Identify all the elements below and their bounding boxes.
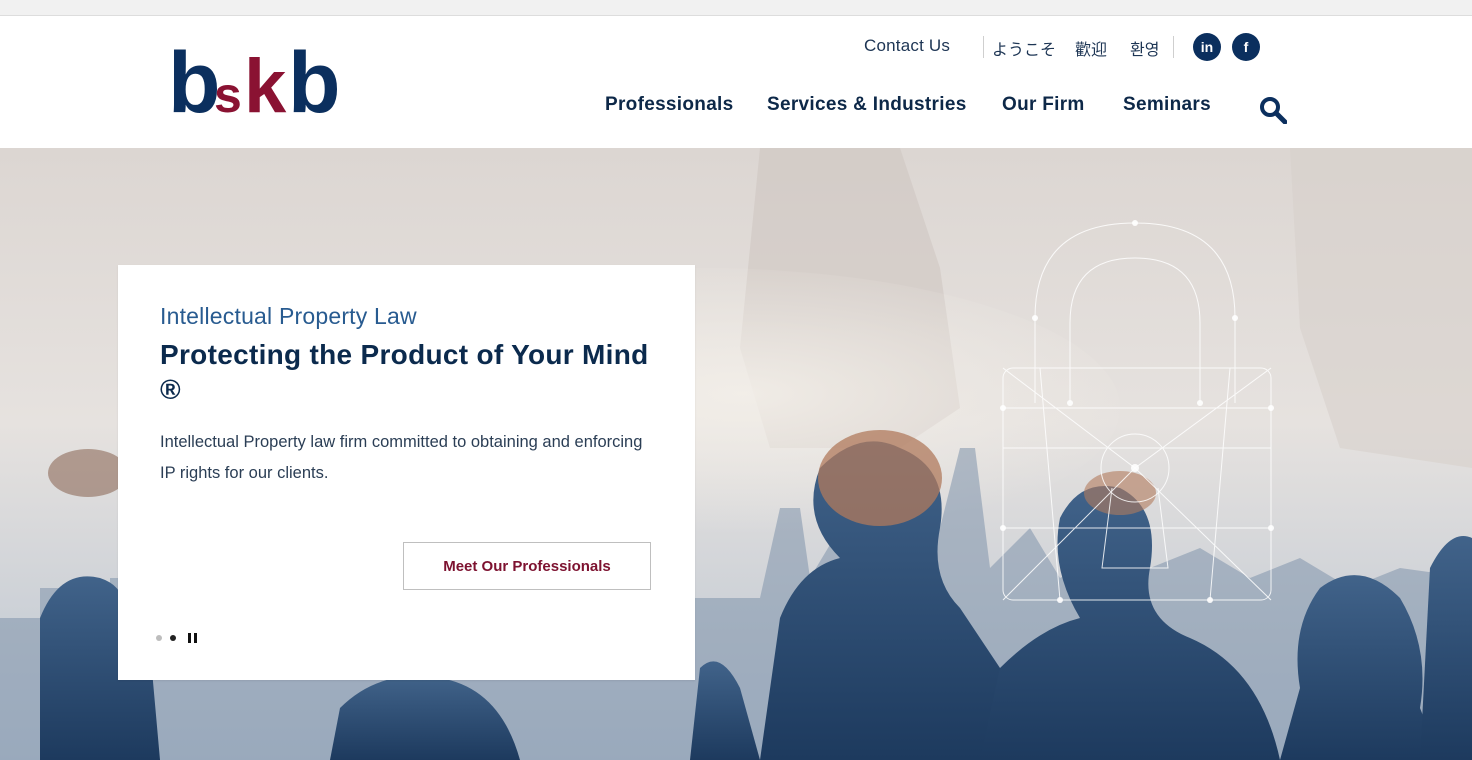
- nav-seminars[interactable]: Seminars: [1123, 94, 1211, 116]
- hero-description: Intellectual Property law firm committed…: [160, 433, 643, 482]
- bskb-logo[interactable]: b s k b: [168, 42, 350, 122]
- hero-card: Intellectual Property Law Protecting the…: [118, 265, 695, 680]
- browser-top-strip: [0, 0, 1472, 16]
- pause-icon[interactable]: [188, 633, 197, 643]
- search-icon[interactable]: [1259, 96, 1287, 124]
- facebook-icon[interactable]: f: [1232, 33, 1260, 61]
- language-japanese[interactable]: ようこそ: [992, 36, 1056, 60]
- svg-text:b: b: [168, 42, 217, 122]
- svg-text:k: k: [244, 44, 287, 122]
- nav-our-firm[interactable]: Our Firm: [1002, 94, 1085, 116]
- site-header: b s k b Contact Us ようこそ 歡迎 환영 in f Profe…: [0, 16, 1472, 148]
- hero-banner: Intellectual Property Law Protecting the…: [0, 148, 1472, 760]
- hero-headline: Protecting the Product of Your Mind ®: [160, 339, 649, 405]
- linkedin-icon[interactable]: in: [1193, 33, 1221, 61]
- utility-divider: [1173, 36, 1174, 58]
- contact-us-link[interactable]: Contact Us: [864, 36, 950, 56]
- language-korean[interactable]: 환영: [1130, 36, 1159, 60]
- slide-dot-2[interactable]: [170, 635, 176, 641]
- utility-divider: [983, 36, 984, 58]
- linkedin-label: in: [1200, 39, 1214, 55]
- hero-eyebrow: Intellectual Property Law: [160, 303, 417, 329]
- svg-text:b: b: [288, 42, 341, 122]
- facebook-label: f: [1243, 39, 1249, 55]
- nav-services-industries[interactable]: Services & Industries: [767, 94, 967, 116]
- svg-text:s: s: [214, 67, 242, 122]
- slider-controls: [156, 633, 197, 643]
- language-chinese[interactable]: 歡迎: [1075, 36, 1107, 60]
- nav-professionals[interactable]: Professionals: [605, 94, 734, 116]
- meet-our-professionals-button[interactable]: Meet Our Professionals: [403, 542, 651, 590]
- slide-dot-1[interactable]: [156, 635, 162, 641]
